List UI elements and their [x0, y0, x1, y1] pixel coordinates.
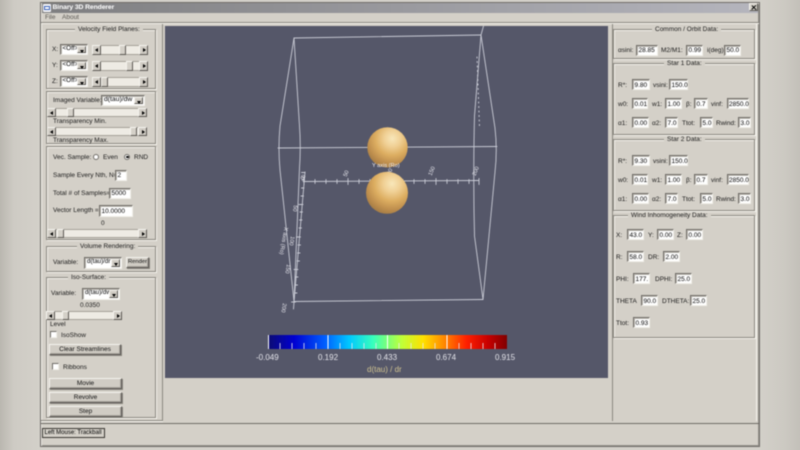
svg-text:200: 200: [279, 303, 287, 313]
svg-text:50: 50: [291, 205, 298, 212]
svg-text:0.192: 0.192: [318, 353, 339, 362]
svg-text:200: 200: [472, 166, 481, 177]
svg-text:0.915: 0.915: [495, 353, 516, 362]
svg-text:d(tau) / dr: d(tau) / dr: [367, 365, 402, 374]
svg-text:0.433: 0.433: [377, 353, 398, 362]
svg-text:0.674: 0.674: [436, 353, 457, 362]
svg-text:100: 100: [287, 236, 295, 246]
svg-text:-0.049: -0.049: [256, 353, 279, 362]
svg-text:X axis (Ro): X axis (Ro): [278, 227, 289, 255]
svg-text:150: 150: [283, 264, 291, 274]
svg-text:50: 50: [343, 170, 351, 178]
svg-text:Y axis (Ro): Y axis (Ro): [372, 163, 400, 169]
svg-text:150: 150: [428, 166, 437, 177]
